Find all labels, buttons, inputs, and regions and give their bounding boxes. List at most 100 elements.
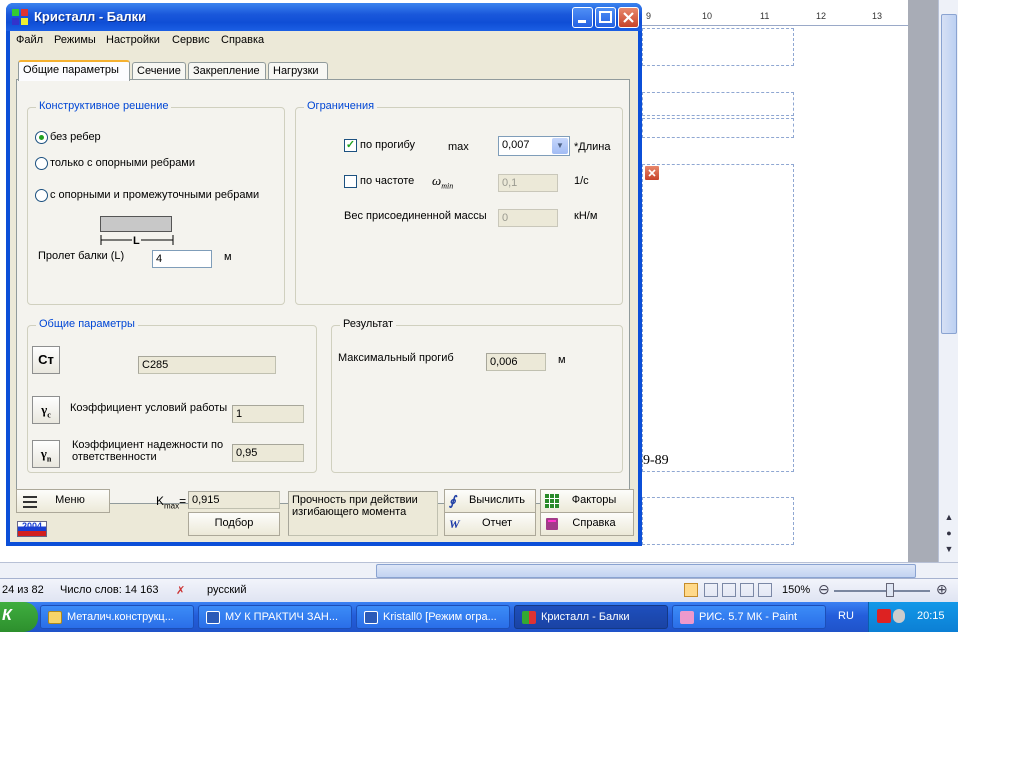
help-book-icon <box>546 518 558 530</box>
general-params-group: Общие параметры Ст C285 γc Коэффициент у… <box>27 318 317 473</box>
select-browse-object-icon[interactable]: ● <box>942 528 956 540</box>
span-input[interactable]: 4 <box>152 250 212 268</box>
zoom-slider[interactable] <box>834 590 930 592</box>
menu-help[interactable]: Справка <box>221 34 264 46</box>
zoom-level[interactable]: 150% <box>782 584 810 596</box>
deflection-unit: *Длина <box>574 141 611 153</box>
word-doc-icon <box>364 611 378 624</box>
task-paint[interactable]: РИС. 5.7 МК - Paint <box>672 605 826 629</box>
tab-general[interactable]: Общие параметры <box>18 60 130 81</box>
draft-view-icon[interactable] <box>758 583 772 597</box>
work-coef-label: Коэффициент условий работы <box>70 402 228 414</box>
zoom-in-icon[interactable]: ⊕ <box>936 581 948 598</box>
kmax-label: Kmax= <box>156 494 187 511</box>
ruler-mark: 11 <box>760 11 770 21</box>
tab-loads[interactable]: Нагрузки <box>268 62 328 80</box>
deflection-combo[interactable]: 0,007 ▼ <box>498 136 570 156</box>
reliability-field: 0,95 <box>232 444 304 462</box>
document-frame <box>642 28 794 66</box>
tray-app-icon[interactable] <box>893 609 905 623</box>
menu-bar: Файл Режимы Настройки Сервис Справка <box>10 31 638 50</box>
frequency-input[interactable]: 0,1 <box>498 174 558 192</box>
mass-input[interactable]: 0 <box>498 209 558 227</box>
frequency-checkbox[interactable] <box>344 175 357 188</box>
ruler-mark: 13 <box>872 11 883 21</box>
window-titlebar[interactable]: Кристалл - Балки <box>6 3 642 31</box>
menu-file[interactable]: Файл <box>16 34 43 46</box>
tab-fixation[interactable]: Закрепление <box>188 62 266 80</box>
menu-modes[interactable]: Режимы <box>54 34 96 46</box>
radio-support-and-intermediate-ribs-label[interactable]: с опорными и промежуточными ребрами <box>50 189 259 201</box>
gamma-n-button[interactable]: γn <box>32 440 60 468</box>
result-group-title: Результат <box>340 318 397 330</box>
limits-group: Ограничения ✓ по прогибу max 0,007 ▼ *Дл… <box>295 100 623 305</box>
status-words: Число слов: 14 163 <box>60 584 159 596</box>
scroll-up-icon[interactable]: ▲ <box>942 512 956 524</box>
document-frame <box>642 118 794 138</box>
start-button[interactable]: К <box>0 602 38 632</box>
scroll-down-icon[interactable]: ▼ <box>942 544 956 556</box>
frequency-label[interactable]: по частоте <box>360 175 414 187</box>
radio-no-ribs-label[interactable]: без ребер <box>50 131 101 143</box>
status-language[interactable]: русский <box>207 584 246 596</box>
menu-service[interactable]: Сервис <box>172 34 210 46</box>
general-params-group-title: Общие параметры <box>36 318 138 330</box>
beam-diagram-icon <box>100 216 172 232</box>
max-deflection-unit: м <box>558 354 566 366</box>
radio-no-ribs[interactable] <box>35 131 48 144</box>
reliability-label-2: ответственности <box>72 451 157 463</box>
taskbar: К Металич.конструкц... МУ К ПРАКТИЧ ЗАН.… <box>0 602 958 632</box>
language-indicator[interactable]: RU <box>838 610 854 622</box>
menu-settings[interactable]: Настройки <box>106 34 160 46</box>
reading-layout-icon[interactable] <box>704 583 718 597</box>
web-layout-icon[interactable] <box>722 583 736 597</box>
horizontal-scrollbar[interactable] <box>0 562 958 578</box>
zoom-slider-thumb[interactable] <box>886 583 894 597</box>
horizontal-ruler[interactable]: 9 10 11 12 13 <box>640 8 910 26</box>
tab-section[interactable]: Сечение <box>132 62 186 80</box>
deflection-combo-value: 0,007 <box>502 139 530 151</box>
print-layout-icon[interactable] <box>684 583 698 597</box>
background-window-close-icon[interactable] <box>644 165 660 181</box>
minimize-button[interactable] <box>572 7 593 28</box>
ruler-mark: 9 <box>646 11 652 21</box>
deflection-label[interactable]: по прогибу <box>360 139 415 151</box>
radio-support-and-intermediate-ribs[interactable] <box>35 189 48 202</box>
hscroll-thumb[interactable] <box>376 564 916 578</box>
chevron-down-icon[interactable]: ▼ <box>552 138 568 154</box>
vertical-scrollbar[interactable]: ▲ ● ▼ <box>938 0 958 562</box>
document-frame <box>642 164 794 472</box>
gamma-c-button[interactable]: γc <box>32 396 60 424</box>
kristall-app-icon <box>522 611 536 624</box>
calculate-button[interactable]: ∮ Вычислить <box>444 489 536 513</box>
task-mu-practical[interactable]: МУ К ПРАКТИЧ ЗАН... <box>198 605 352 629</box>
max-label: max <box>448 141 469 153</box>
task-metal-construction[interactable]: Металич.конструкц... <box>40 605 194 629</box>
spellcheck-icon[interactable]: ✗ <box>176 584 185 597</box>
pick-button[interactable]: Подбор <box>188 512 280 536</box>
limits-group-title: Ограничения <box>304 100 378 112</box>
task-kristall-beams[interactable]: Кристалл - Балки <box>514 605 668 629</box>
menu-button[interactable]: Меню <box>16 489 110 513</box>
task-kristall0[interactable]: Kristall0 [Режим огра... <box>356 605 510 629</box>
radio-support-ribs-label[interactable]: только с опорными ребрами <box>50 157 195 169</box>
work-coef-field: 1 <box>232 405 304 423</box>
clock[interactable]: 20:15 <box>917 610 945 622</box>
frequency-unit: 1/c <box>574 175 589 187</box>
radio-support-ribs[interactable] <box>35 157 48 170</box>
close-button[interactable] <box>618 7 639 28</box>
system-tray: 20:15 <box>868 602 958 632</box>
document-margin-area <box>908 0 938 562</box>
antivirus-icon[interactable] <box>877 609 891 623</box>
outline-view-icon[interactable] <box>740 583 754 597</box>
report-button[interactable]: W Отчет <box>444 512 536 536</box>
zoom-out-icon[interactable]: ⊖ <box>818 581 830 598</box>
kmax-field: 0,915 <box>188 491 280 509</box>
scroll-thumb[interactable] <box>941 14 957 334</box>
steel-button[interactable]: Ст <box>32 346 60 374</box>
table-grid-icon <box>545 494 559 508</box>
maximize-button[interactable] <box>595 7 616 28</box>
deflection-checkbox[interactable]: ✓ <box>344 139 357 152</box>
factors-button[interactable]: Факторы <box>540 489 634 513</box>
help-button[interactable]: Справка <box>540 512 634 536</box>
